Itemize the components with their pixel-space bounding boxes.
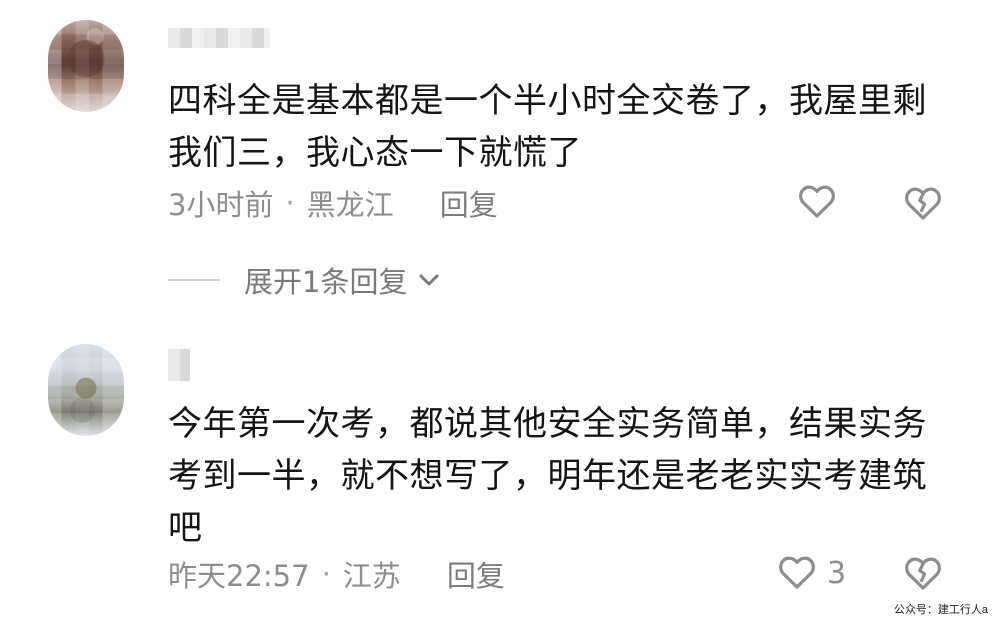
meta-separator: · — [285, 186, 295, 220]
meta-separator: · — [321, 557, 331, 591]
blurred-username — [168, 349, 190, 381]
expand-replies-button[interactable]: 展开1条回复 — [168, 258, 443, 302]
reply-button[interactable]: 回复 — [440, 182, 498, 224]
broken-heart-icon — [905, 187, 941, 220]
comment-meta: 3小时前 · 黑龙江 回复 — [168, 183, 498, 223]
like-count: 3 — [827, 555, 847, 591]
like-button[interactable]: 3 — [775, 551, 846, 595]
comment-meta: 昨天22:57 · 江苏 回复 — [168, 554, 505, 594]
comment-text: 四科全是基本都是一个半小时全交卷了，我屋里剩 我们三，我心态一下就慌了 — [168, 81, 927, 173]
heart-outline-icon — [779, 556, 815, 589]
dislike-button[interactable] — [901, 552, 945, 596]
reply-button[interactable]: 回复 — [447, 553, 505, 595]
avatar[interactable] — [48, 20, 124, 112]
comment-time: 昨天22:57 — [168, 559, 310, 593]
heart-outline-icon — [799, 185, 835, 218]
avatar[interactable] — [48, 344, 124, 436]
divider-line — [168, 279, 220, 281]
comment-location: 黑龙江 — [306, 188, 394, 222]
expand-replies-label: 展开1条回复 — [244, 265, 408, 299]
dislike-button[interactable] — [901, 182, 945, 226]
comment-time: 3小时前 — [168, 188, 274, 222]
comment-text: 今年第一次考，都说其他安全实务简单，结果实务 考到一半，就不想写了，明年还是老老… — [168, 404, 927, 548]
comment-location: 江苏 — [342, 559, 401, 593]
watermark: 公众号：建工行人a — [891, 600, 990, 618]
broken-heart-icon — [905, 557, 941, 590]
like-button[interactable] — [795, 180, 839, 224]
blurred-username — [168, 28, 270, 48]
chevron-down-icon — [419, 274, 439, 286]
